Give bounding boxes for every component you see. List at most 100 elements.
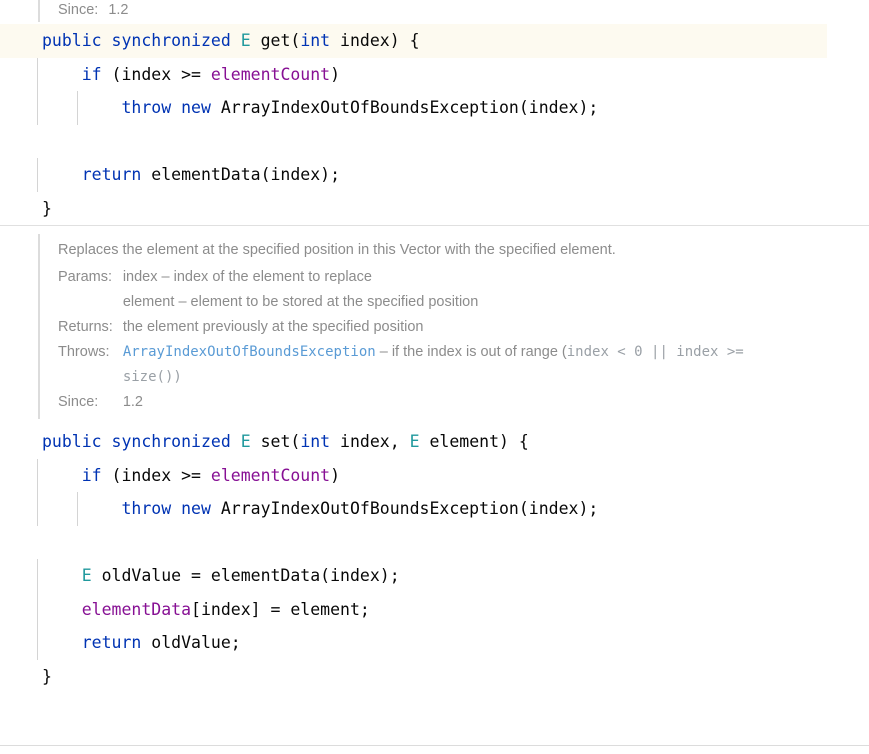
javadoc-block-get-tail: Since: 1.2 [0,0,869,24]
code-token: new [181,98,211,117]
javadoc-gutter-line [38,0,40,22]
code-line-assign[interactable]: elementData[index] = element; [0,593,869,627]
code-token: return [81,633,142,652]
code-token: index, [330,432,410,451]
javadoc-value-throws: ArrayIndexOutOfBoundsException – if the … [123,340,744,390]
javadoc-label-since-set: Since: [58,394,99,410]
code-token: index) { [330,31,420,50]
javadoc-block-set: Replaces the element at the specified po… [0,226,869,425]
code-token: element) { [419,432,529,451]
param-dash-glyph-2: – [178,294,187,310]
javadoc-param-index: index – index of the element to replace [123,265,744,290]
code-line-close[interactable]: } [0,192,869,226]
code-token: E [81,566,92,585]
param-dash-glyph: – [161,269,170,285]
indent-guide-level-2 [76,91,78,125]
indent-guide-level-1 [37,559,38,660]
code-block-set-method[interactable]: public synchronized E set(int index, E e… [0,425,869,693]
code-line-return[interactable]: return oldValue; [0,626,869,660]
code-token: oldValue; [141,633,241,652]
param-name-element: element [122,294,175,310]
javadoc-row-since: Since: 1.2 [58,0,128,23]
code-line-return[interactable]: return elementData(index); [0,158,869,192]
code-token: synchronized [111,31,231,50]
code-token: public [42,432,102,451]
code-token: synchronized [111,432,231,451]
javadoc-tag-table: Params: index – index of the element to … [58,265,744,415]
throws-desc-before: if the index is out of range ( [391,344,567,360]
code-token: return [81,165,142,184]
code-line-sig[interactable]: public synchronized E set(int index, E e… [0,425,869,459]
param-desc-index: index of the element to replace [173,269,372,285]
code-token: throw [121,98,172,117]
javadoc-label-params: Params: [58,269,112,285]
code-line-sig[interactable]: public synchronized E get(int index) { [0,24,827,58]
code-line-close[interactable]: } [0,660,869,694]
code-token: E [240,432,251,451]
code-token: if [81,465,102,485]
javadoc-row-returns: Returns: the element previously at the s… [58,315,744,340]
code-token: int [300,432,331,451]
code-block-get-method[interactable]: public synchronized E get(int index) { i… [0,24,869,225]
code-token: elementData [81,599,192,619]
code-editor-pane[interactable]: Since: 1.2 public synchronized E get(int… [0,0,869,752]
code-token: } [42,666,52,686]
code-token: ArrayIndexOutOfBoundsException(index); [210,499,599,518]
javadoc-value-returns: the element previously at the specified … [122,319,424,335]
code-token: (index >= [101,465,211,485]
code-token: [index] = element; [191,599,370,619]
throws-inline-code: index < 0 || index >= [566,344,744,360]
param-name-index: index [122,269,158,285]
code-token: elementCount [210,465,331,485]
javadoc-value-since-set: 1.2 [122,394,143,410]
javadoc-summary: Replaces the element at the specified po… [58,242,616,258]
code-line-throw[interactable]: throw new ArrayIndexOutOfBoundsException… [0,492,869,526]
code-token: ArrayIndexOutOfBoundsException(index); [210,98,599,117]
code-token: set( [250,432,301,451]
javadoc-label-returns: Returns: [58,319,113,335]
code-token: E [240,31,251,50]
code-token: elementCount [210,64,331,84]
javadoc-label-since: Since: [58,2,99,18]
javadoc-label-throws: Throws: [58,344,110,360]
indent-guide-level-2 [76,492,78,526]
code-token: } [42,198,52,218]
code-token: public [42,31,102,50]
exception-link-arrayindexoutofbounds[interactable]: ArrayIndexOutOfBoundsException [123,344,376,360]
indent-guide-level-1 [37,158,38,192]
code-token: get( [250,31,301,50]
code-token: if [81,64,102,84]
code-token: (index >= [101,64,211,84]
throws-dash: – [379,344,388,360]
code-line-blank1[interactable] [0,125,869,159]
code-line-throw[interactable]: throw new ArrayIndexOutOfBoundsException… [0,91,869,125]
code-line-blank1[interactable] [0,526,869,560]
code-line-if[interactable]: if (index >= elementCount) [0,459,869,493]
code-line-oldvalue[interactable]: E oldValue = elementData(index); [0,559,869,593]
javadoc-gutter-line-set [38,234,40,419]
code-line-if[interactable]: if (index >= elementCount) [0,58,869,92]
code-token: E [409,432,420,451]
editor-bottom-separator [0,745,869,752]
javadoc-row-params: Params: index – index of the element to … [58,265,744,315]
code-token: ) [330,64,341,84]
javadoc-value-since: 1.2 [108,2,129,18]
code-token: elementData(index); [141,165,341,184]
code-token: oldValue = elementData(index); [91,566,400,585]
code-token: new [181,499,211,518]
indent-guide-level-1 [37,57,38,125]
javadoc-value-params: index – index of the element to replace … [123,265,744,315]
param-desc-element: element to be stored at the specified po… [190,294,479,310]
code-token: int [300,31,331,50]
indent-guide-level-1 [37,458,38,526]
javadoc-row-throws: Throws: ArrayIndexOutOfBoundsException –… [58,340,744,390]
javadoc-param-element: element – element to be stored at the sp… [123,290,744,315]
code-token: ) [330,465,341,485]
throws-inline-code-wrap: size()) [122,369,182,385]
